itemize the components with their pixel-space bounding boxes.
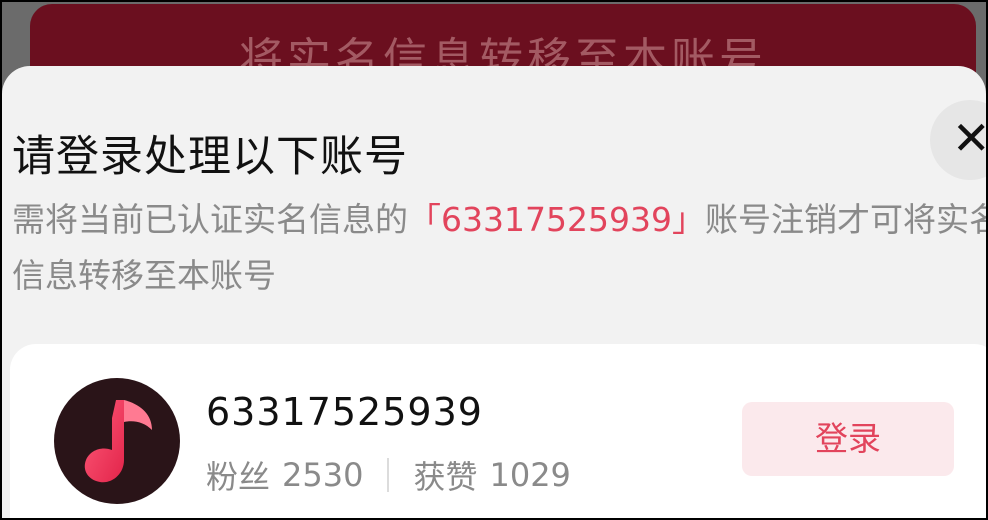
login-bottom-sheet: 请登录处理以下账号 ✕ 需将当前已认证实名信息的「63317525939」账号注… xyxy=(2,66,988,518)
sheet-description: 需将当前已认证实名信息的「63317525939」账号注销才可将实名信息转移至本… xyxy=(12,192,986,304)
close-icon: ✕ xyxy=(952,111,988,165)
account-card: 63317525939 粉丝 2530 获赞 1029 登录 xyxy=(10,344,986,518)
screen-frame: 将实名信息转移至本账号 请登录处理以下账号 ✕ 需将当前已认证实名信息的「633… xyxy=(0,0,988,520)
description-account-highlight: 「63317525939」 xyxy=(408,200,705,239)
account-name: 63317525939 xyxy=(206,390,483,434)
account-stats: 粉丝 2530 获赞 1029 xyxy=(206,452,571,498)
likes-label: 获赞 xyxy=(413,458,478,496)
stats-divider xyxy=(387,458,390,492)
fans-count: 2530 xyxy=(282,456,364,494)
login-button[interactable]: 登录 xyxy=(742,402,954,476)
fans-label: 粉丝 xyxy=(206,458,271,496)
music-note-icon xyxy=(84,400,152,483)
likes-count: 1029 xyxy=(489,456,571,494)
avatar xyxy=(54,378,180,504)
close-button[interactable]: ✕ xyxy=(930,100,988,180)
sheet-title: 请登录处理以下账号 xyxy=(12,132,408,182)
description-prefix: 需将当前已认证实名信息的 xyxy=(12,200,408,239)
